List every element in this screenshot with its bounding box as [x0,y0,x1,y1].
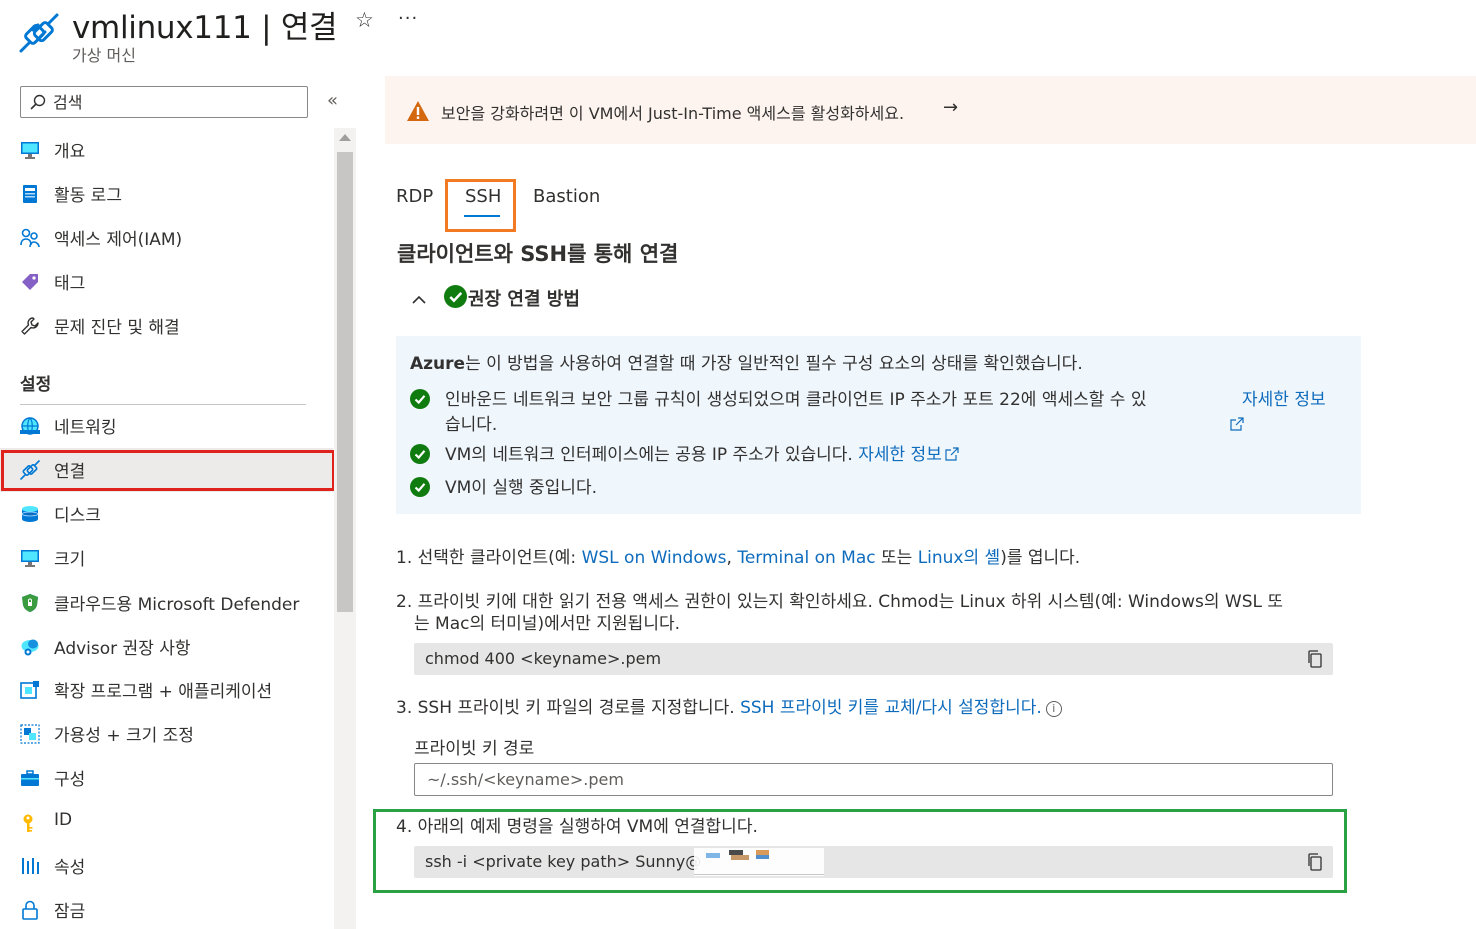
sidebar-item-disks[interactable]: 디스크 [0,492,333,536]
sidebar-section-settings: 설정 [20,375,52,395]
sidebar-item-networking[interactable]: 네트워킹 [0,404,333,448]
info-intro: Azure는 이 방법을 사용하여 연결할 때 가장 일반적인 필수 구성 요소… [410,354,1083,374]
step-2-line2: 는 Mac의 터미널)에서만 지원됩니다. [414,614,680,634]
disk-icon [21,506,39,522]
sidebar-item-availability[interactable]: 가용성 + 크기 조정 [0,712,333,756]
ssh-command: ssh -i <private key path> Sunny@ [425,852,702,871]
reset-ssh-key-link[interactable]: SSH 프라이빗 키를 교체/다시 설정합니다. [740,698,1042,718]
monitor-icon [21,142,39,159]
copy-icon[interactable] [1307,650,1323,668]
favorite-star-icon[interactable]: ☆ [355,9,377,31]
properties-icon [22,858,39,874]
connect-icon [19,13,59,53]
lock-icon [22,900,38,920]
check-circle-icon [410,389,430,409]
sidebar-item-identity[interactable]: ID [0,801,333,845]
step-3: 3. SSH 프라이빗 키 파일의 경로를 지정합니다. SSH 프라이빗 키를… [396,697,1062,719]
sidebar-item-defender[interactable]: 클라우드용 Microsoft Defender [0,581,333,625]
check-item-public-ip: VM의 네트워크 인터페이스에는 공용 IP 주소가 있습니다. 자세한 정보 [410,443,1340,468]
jit-warning-banner[interactable]: 보안을 강화하려면 이 VM에서 Just-In-Time 액세스를 활성화하세… [385,76,1476,144]
redaction-mark [731,855,749,860]
chmod-code-box: chmod 400 <keyname>.pem [414,643,1333,675]
availability-icon [20,724,40,744]
people-icon [20,228,40,248]
recommended-method-title[interactable]: 권장 연결 방법 [468,285,580,311]
page-subtitle: 가상 머신 [72,46,136,65]
learn-more-link[interactable]: 자세한 정보 [858,445,942,465]
page-header: vmlinux111 | 연결 가상 머신 ☆ ··· [0,0,1476,70]
page-title: vmlinux111 | 연결 [72,10,338,46]
step-1: 1. 선택한 클라이언트(예: WSL on Windows, Terminal… [396,548,1081,568]
step-2-line1: 2. 프라이빗 키에 대한 읽기 전용 액세스 권한이 있는지 확인하세요. C… [396,592,1284,612]
check-circle-icon [444,285,467,308]
section-title: 클라이언트와 SSH를 통해 연결 [397,242,679,266]
advisor-icon [21,639,39,656]
warning-icon [407,101,429,121]
arrow-right-icon[interactable]: → [943,97,958,118]
extensions-icon [20,681,39,699]
log-icon [23,185,37,203]
scrollbar-thumb[interactable] [337,152,353,612]
info-icon[interactable]: i [1045,701,1062,717]
sidebar-item-configuration[interactable]: 구성 [0,756,333,800]
redaction-line [694,874,824,875]
key-icon [23,814,33,832]
wrench-icon [21,317,39,335]
sidebar-item-iam[interactable]: 액세스 제어(IAM) [0,216,333,260]
prerequisite-check-panel: Azure는 이 방법을 사용하여 연결할 때 가장 일반적인 필수 구성 요소… [396,336,1361,514]
redaction-mark [706,853,720,858]
sidebar-item-properties[interactable]: 속성 [0,844,333,888]
sidebar-scrollbar[interactable] [334,128,356,929]
external-link-icon[interactable] [1230,417,1244,431]
sidebar-item-size[interactable]: 크기 [0,536,333,580]
sidebar-item-tags[interactable]: 태그 [0,260,333,304]
collapse-sidebar-button[interactable]: « [327,90,338,111]
search-icon [30,94,46,110]
sidebar-item-advisor[interactable]: Advisor 권장 사항 [0,625,333,669]
chevron-up-icon[interactable] [411,290,427,311]
banner-text: 보안을 강화하려면 이 VM에서 Just-In-Time 액세스를 활성화하세… [441,104,905,123]
private-key-path-label: 프라이빗 키 경로 [414,739,535,759]
scroll-up-icon[interactable] [339,134,351,141]
redaction-mark [756,855,769,859]
ssh-command-box: ssh -i <private key path> Sunny@ [414,846,1333,878]
network-icon [20,417,40,435]
tab-bastion[interactable]: Bastion [533,186,600,207]
monitor-icon [21,550,39,567]
sidebar-item-overview[interactable]: 개요 [0,128,333,172]
private-key-path-input[interactable] [414,763,1333,796]
tag-icon [22,274,38,290]
toolbox-icon [21,770,39,786]
check-circle-icon [410,444,430,464]
check-circle-icon [410,477,430,497]
check-item-nsg: 인바운드 네트워크 보안 그룹 규칙이 생성되었으며 클라이언트 IP 주소가 … [410,388,1340,438]
external-link-icon[interactable] [945,447,959,461]
link-terminal-mac[interactable]: Terminal on Mac [737,548,875,568]
search-input[interactable] [53,90,303,114]
shield-icon [22,594,38,612]
chmod-command: chmod 400 <keyname>.pem [425,649,662,668]
sidebar-item-diagnose[interactable]: 문제 진단 및 해결 [0,304,333,348]
highlight-box-red [1,450,335,491]
link-wsl-windows[interactable]: WSL on Windows [582,548,727,568]
tab-rdp[interactable]: RDP [396,186,433,207]
link-linux-shell[interactable]: Linux의 셸 [918,548,1001,568]
sidebar-search[interactable] [20,86,308,118]
check-item-vm-running: VM이 실행 중입니다. [410,476,1340,501]
sidebar-item-activity-log[interactable]: 활동 로그 [0,172,333,216]
more-options-button[interactable]: ··· [398,8,418,29]
sidebar-item-extensions[interactable]: 확장 프로그램 + 애플리케이션 [0,668,333,712]
copy-icon[interactable] [1307,853,1323,871]
learn-more-link[interactable]: 자세한 정보 [1242,388,1326,413]
step-4: 4. 아래의 예제 명령을 실행하여 VM에 연결합니다. [396,817,758,837]
highlight-box-orange [445,179,516,232]
sidebar-item-locks[interactable]: 잠금 [0,888,333,929]
